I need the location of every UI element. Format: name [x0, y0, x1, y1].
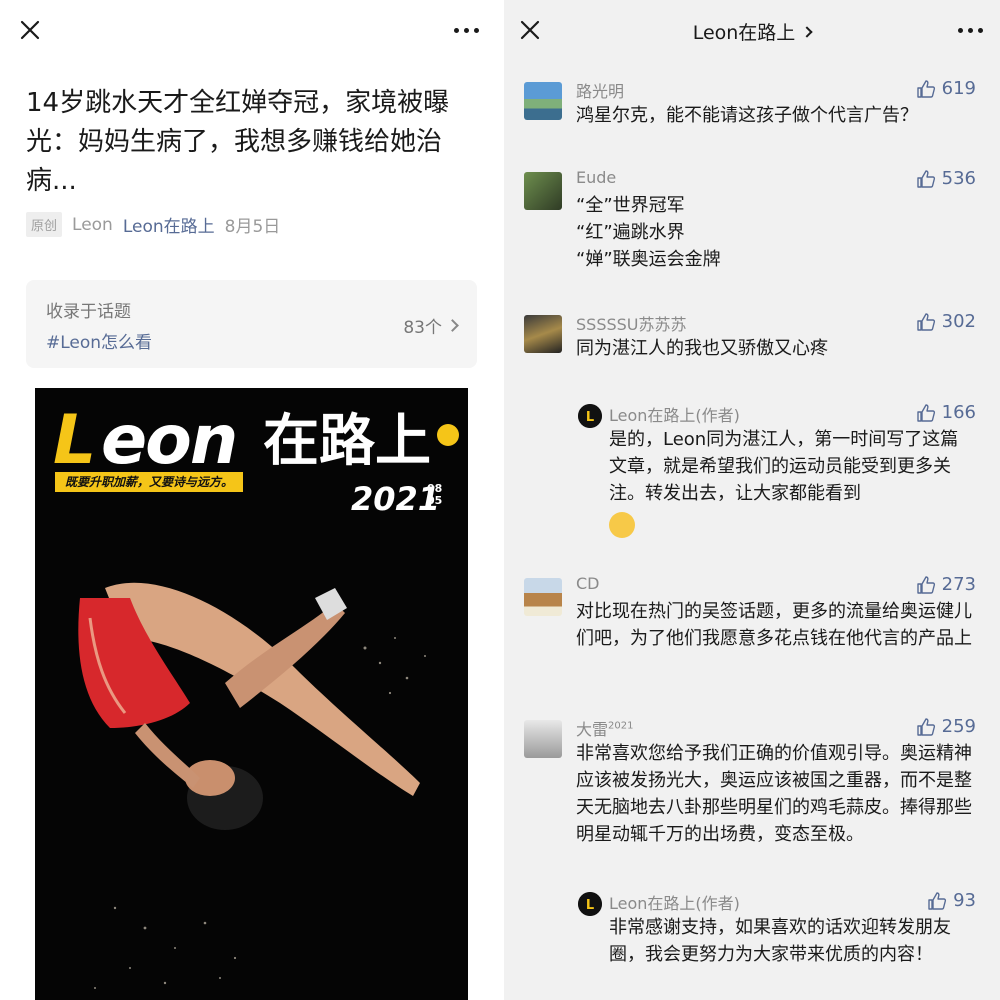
comment-text: “全”世界冠军 “红”遍跳水界 “婵”联奥运会金牌: [576, 192, 976, 273]
more-options-icon[interactable]: [450, 14, 482, 46]
like-button[interactable]: 273: [916, 574, 976, 595]
cover-logo-l: L: [53, 401, 97, 480]
like-count: 259: [941, 716, 976, 737]
thumb-up-icon: [916, 575, 935, 594]
commenter-name: Eude: [576, 168, 617, 187]
like-count: 302: [941, 311, 976, 332]
svg-text:L: L: [586, 898, 594, 913]
thumb-up-icon: [916, 79, 935, 98]
like-button[interactable]: 93: [927, 890, 976, 911]
account-name-link[interactable]: Leon在路上: [123, 212, 215, 237]
comment-text: 非常喜欢您给予我们正确的价值观引导。奥运精神应该被发扬光大，奥运应该被国之重器，…: [576, 743, 972, 845]
cover-image: L eon 在路上 既要升职加薪，又要诗与远方。 2021 08 05: [35, 388, 468, 1000]
commenter-name-text: 大雷: [576, 720, 609, 739]
like-count: 166: [941, 402, 976, 423]
article-author: Leon: [72, 214, 113, 235]
like-button[interactable]: 302: [916, 311, 976, 332]
like-button[interactable]: 166: [916, 402, 976, 423]
like-button[interactable]: 619: [916, 78, 976, 99]
commenter-name-sup: 2021: [608, 720, 634, 732]
cover-logo-dot: [437, 424, 459, 446]
thumb-up-icon: [916, 169, 935, 188]
close-icon[interactable]: [14, 14, 46, 46]
publish-date: 8月5日: [224, 217, 281, 237]
like-count: 536: [941, 168, 976, 189]
comment-text: 是的，Leon同为湛江人，第一时间写了这篇文章，就是希望我们的运动员能受到更多关…: [609, 429, 959, 504]
article-meta: 原创 Leon Leon在路上 8月5日: [26, 212, 280, 237]
avatar[interactable]: [524, 720, 562, 758]
topic-count-text: 83个: [403, 318, 442, 338]
diver-photo: [78, 582, 426, 989]
original-badge: 原创: [26, 212, 63, 237]
header-account-name: Leon在路上: [692, 22, 796, 44]
topic-tag-link[interactable]: #Leon怎么看: [46, 328, 152, 353]
like-count: 619: [941, 78, 976, 99]
cover-logo-eon: eon: [101, 401, 238, 480]
like-button[interactable]: 259: [916, 716, 976, 737]
comment-line: “红”遍跳水界: [576, 222, 685, 243]
comment-line: “全”世界冠军: [576, 195, 685, 216]
topic-card[interactable]: 收录于话题 #Leon怎么看 83个: [26, 280, 477, 368]
comments-panel: Leon在路上 路光明 619 鸿星尔克，能不能请这孩子做个代言广告？ Eude…: [504, 0, 1000, 1000]
cover-slogan: 既要升职加薪，又要诗与远方。: [55, 472, 244, 492]
topic-label: 收录于话题: [46, 302, 131, 322]
article-title: 14岁跳水天才全红婵夺冠，家境被曝光：妈妈生病了，我想多赚钱给她治病...: [26, 88, 450, 196]
commenter-name: Leon在路上(作者): [609, 894, 740, 913]
author-avatar[interactable]: L: [578, 892, 602, 916]
thumb-up-icon: [916, 312, 935, 331]
avatar[interactable]: [524, 172, 562, 210]
like-count: 273: [941, 574, 976, 595]
thumb-up-icon: [928, 891, 947, 910]
topic-count[interactable]: 83个: [403, 313, 459, 338]
cover-logo-cn: 在路上: [263, 409, 431, 474]
avatar[interactable]: [524, 82, 562, 120]
commenter-name: SSSSSU苏苏苏: [576, 315, 687, 334]
author-avatar[interactable]: L: [578, 404, 602, 428]
svg-text:L: L: [586, 410, 594, 425]
commenter-name: 大雷2021: [576, 716, 633, 740]
cover-day: 05: [427, 494, 443, 507]
chevron-right-icon: [446, 319, 459, 332]
avatar[interactable]: [524, 315, 562, 353]
cover-logo: L eon 在路上 既要升职加薪，又要诗与远方。: [53, 401, 459, 492]
more-options-icon[interactable]: [954, 14, 986, 46]
panel-divider: [496, 0, 504, 1000]
like-count: 93: [953, 890, 976, 911]
commenter-name: 路光明: [576, 82, 625, 101]
comments-topbar: Leon在路上: [504, 0, 1000, 60]
chevron-right-icon: [801, 25, 813, 38]
comment-line: “婵”联奥运会金牌: [576, 249, 721, 270]
comment-text: 同为湛江人的我也又骄傲又心疼: [576, 338, 828, 359]
cover-date: 08 05: [427, 483, 447, 507]
avatar[interactable]: [524, 578, 562, 616]
comment-text: 鸿星尔克，能不能请这孩子做个代言广告？: [576, 105, 918, 126]
commenter-name: Leon在路上(作者): [609, 406, 740, 425]
like-button[interactable]: 536: [916, 168, 976, 189]
comment-text: 对比现在热门的吴签话题，更多的流量给奥运健儿们吧，为了他们我愿意多花点钱在他代言…: [576, 601, 972, 649]
emoji-icon: [609, 510, 635, 542]
thumb-up-icon: [916, 403, 935, 422]
commenter-name: CD: [576, 574, 600, 593]
comments-header-title[interactable]: Leon在路上: [504, 18, 1000, 45]
thumb-up-icon: [916, 717, 935, 736]
article-panel: 14岁跳水天才全红婵夺冠，家境被曝光：妈妈生病了，我想多赚钱给她治病... 原创…: [0, 0, 500, 1000]
article-topbar: [0, 0, 500, 60]
comment-text: 非常感谢支持，如果喜欢的话欢迎转发朋友圈，我会更努力为大家带来优质的内容！: [609, 917, 951, 965]
